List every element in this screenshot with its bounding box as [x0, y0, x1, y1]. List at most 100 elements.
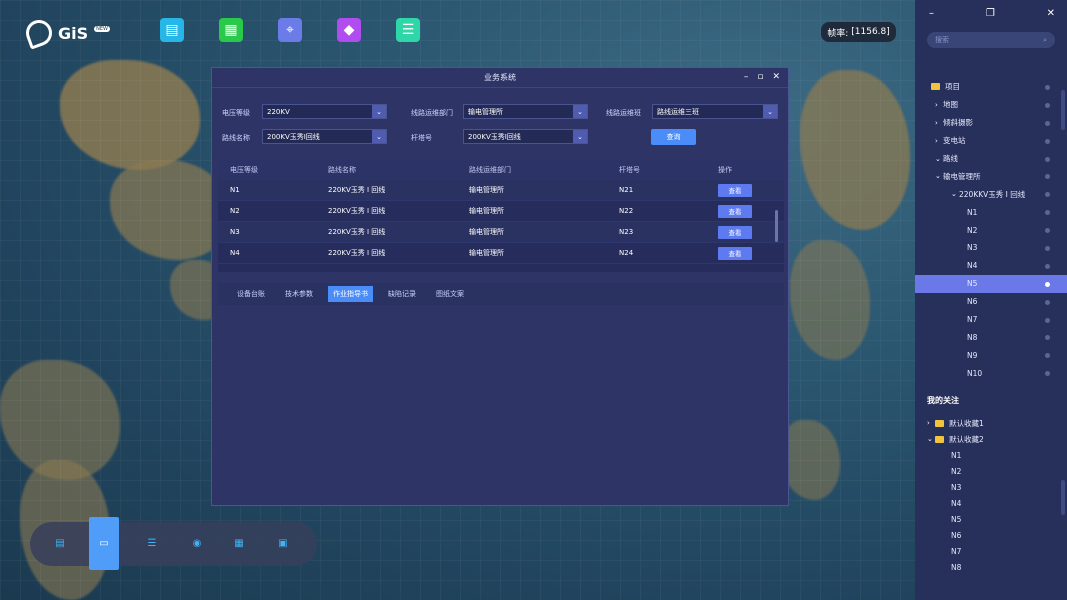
maximize-icon[interactable]: ▫: [757, 72, 763, 82]
briefcase-icon[interactable]: ▣: [275, 536, 291, 550]
team-select[interactable]: 路线运维三班 ⌄: [652, 104, 778, 119]
list-icon[interactable]: ☰: [144, 536, 160, 550]
close-icon[interactable]: ✕: [772, 72, 780, 82]
list-icon[interactable]: ☰: [396, 18, 420, 42]
status-dot-icon[interactable]: [1045, 317, 1050, 323]
favorite-item[interactable]: N8: [915, 559, 1067, 575]
tree-item[interactable]: N4: [915, 257, 1067, 275]
tower-select[interactable]: 200KV玉秀I回线 ⌄: [463, 129, 588, 144]
tab-4[interactable]: 图纸文案: [431, 286, 469, 302]
tree-item[interactable]: N1: [915, 203, 1067, 221]
status-dot-icon[interactable]: [1045, 281, 1050, 287]
status-dot-icon[interactable]: [1045, 102, 1050, 108]
tree-item[interactable]: N7: [915, 311, 1067, 329]
business-dialog: 业务系统 – ▫ ✕ 电压等级 220KV ⌄ 线路运维部门 输电管理所 ⌄ 线…: [211, 67, 789, 506]
status-dot-icon[interactable]: [1045, 192, 1050, 198]
status-dot-icon[interactable]: [1045, 174, 1050, 180]
dept-select[interactable]: 输电管理所 ⌄: [463, 104, 588, 119]
tree-scrollbar[interactable]: [1061, 90, 1065, 130]
minimize-icon[interactable]: –: [744, 72, 749, 82]
view-button[interactable]: 查看: [718, 246, 752, 260]
tree-item[interactable]: N3: [915, 239, 1067, 257]
dept-label: 线路运维部门: [411, 109, 453, 117]
status-dot-icon[interactable]: [1045, 353, 1050, 359]
status-dot-icon[interactable]: [1045, 120, 1050, 126]
tree-item[interactable]: ⌄ 输电管理所: [915, 167, 1067, 185]
view-button[interactable]: 查看: [718, 183, 752, 197]
tree-item[interactable]: N11: [915, 382, 1067, 384]
tree-item[interactable]: › 地图: [915, 96, 1067, 114]
tree-item[interactable]: ⌄ 220KKV玉秀 I 回线: [915, 185, 1067, 203]
tab-1[interactable]: 技术参数: [280, 286, 318, 302]
status-dot-icon[interactable]: [1045, 156, 1050, 162]
voltage-select[interactable]: 220KV ⌄: [262, 104, 387, 119]
chevron-right-icon: ›: [935, 100, 938, 109]
restore-icon[interactable]: ❐: [986, 8, 995, 28]
tree-item[interactable]: ⌄ 路线: [915, 150, 1067, 168]
favorite-item[interactable]: N6: [915, 527, 1067, 543]
tree-item[interactable]: N6: [915, 293, 1067, 311]
status-dot-icon[interactable]: [1045, 210, 1050, 216]
favorite-item[interactable]: ⌄ 默认收藏2: [915, 431, 1067, 447]
view-button[interactable]: 查看: [718, 204, 752, 218]
tab-2[interactable]: 作业指导书: [328, 286, 373, 302]
status-dot-icon[interactable]: [1045, 228, 1050, 234]
grid-icon[interactable]: ▦: [219, 18, 243, 42]
tree-item[interactable]: 项目: [915, 78, 1067, 96]
tree-item-label: 输电管理所: [943, 171, 981, 181]
doc-icon[interactable]: ▤: [52, 536, 68, 550]
favorites-scrollbar[interactable]: [1061, 480, 1065, 515]
monitor-icon[interactable]: ▭: [96, 536, 112, 550]
table-row: N2 220KV玉秀 I 回线 输电管理所 N22 查看: [218, 201, 784, 222]
folder-icon: [931, 83, 940, 91]
status-dot-icon[interactable]: [1045, 299, 1050, 305]
favorite-item[interactable]: › 默认收藏1: [915, 415, 1067, 431]
favorites-list: › 默认收藏1 ⌄ 默认收藏2 N1 N2 N3 N4 N5 N6 N7 N8: [915, 415, 1067, 575]
table-cell: 220KV玉秀 I 回线: [328, 207, 386, 215]
status-dot-icon[interactable]: [1045, 335, 1050, 341]
view-button[interactable]: 查看: [718, 225, 752, 239]
cube-icon[interactable]: ◆: [337, 18, 361, 42]
tab-3[interactable]: 缺陷记录: [383, 286, 421, 302]
favorite-item[interactable]: N7: [915, 543, 1067, 559]
table-cell: 220KV玉秀 I 回线: [328, 186, 386, 194]
status-dot-icon[interactable]: [1045, 85, 1050, 90]
table-header-cell: 电压等级: [230, 166, 258, 174]
status-dot-icon[interactable]: [1045, 371, 1050, 377]
status-dot-icon[interactable]: [1045, 263, 1050, 269]
table-header-cell: 杆塔号: [619, 166, 640, 174]
tree-item[interactable]: › 变电站: [915, 132, 1067, 150]
tree-item[interactable]: N5: [915, 274, 1067, 293]
minimize-icon[interactable]: –: [929, 8, 934, 28]
location-icon[interactable]: ⌖: [278, 18, 302, 42]
chevron-down-icon: ⌄: [372, 130, 386, 143]
favorite-item[interactable]: N5: [915, 511, 1067, 527]
favorite-item[interactable]: N1: [915, 447, 1067, 463]
layout-icon[interactable]: ▤: [160, 18, 184, 42]
tree-item[interactable]: N2: [915, 221, 1067, 239]
tree-item[interactable]: › 倾斜摄影: [915, 114, 1067, 132]
line-select[interactable]: 200KV玉秀I回线 ⌄: [262, 129, 387, 144]
table-header-cell: 路线名称: [328, 166, 356, 174]
calendar-icon[interactable]: ▦: [231, 536, 247, 550]
query-button[interactable]: 查询: [651, 129, 696, 145]
favorite-item[interactable]: N2: [915, 463, 1067, 479]
close-icon[interactable]: ✕: [1047, 8, 1055, 28]
status-dot-icon[interactable]: [1045, 246, 1050, 252]
chevron-down-icon: ⌄: [372, 105, 386, 118]
favorite-label: N8: [951, 562, 962, 572]
camera-icon[interactable]: ◉: [189, 536, 205, 550]
project-panel: – ❐ ✕ 搜索 ⌕ 项目 › 地图 › 倾斜摄影 › 变电站 ⌄ 路线 ⌄ 输电管理所 ⌄ 220KK…: [915, 0, 1067, 600]
table-scrollbar[interactable]: [775, 210, 778, 242]
favorite-item[interactable]: N3: [915, 479, 1067, 495]
search-input[interactable]: 搜索 ⌕: [927, 32, 1055, 48]
table-cell: N3: [230, 228, 240, 236]
tab-0[interactable]: 设备台账: [232, 286, 270, 302]
tree-item[interactable]: N10: [915, 364, 1067, 382]
status-dot-icon[interactable]: [1045, 138, 1050, 144]
tree-item[interactable]: N9: [915, 346, 1067, 364]
tree-item-label: 路线: [943, 154, 958, 163]
dialog-titlebar[interactable]: 业务系统 – ▫ ✕: [212, 68, 788, 88]
tree-item[interactable]: N8: [915, 328, 1067, 346]
favorite-item[interactable]: N4: [915, 495, 1067, 511]
